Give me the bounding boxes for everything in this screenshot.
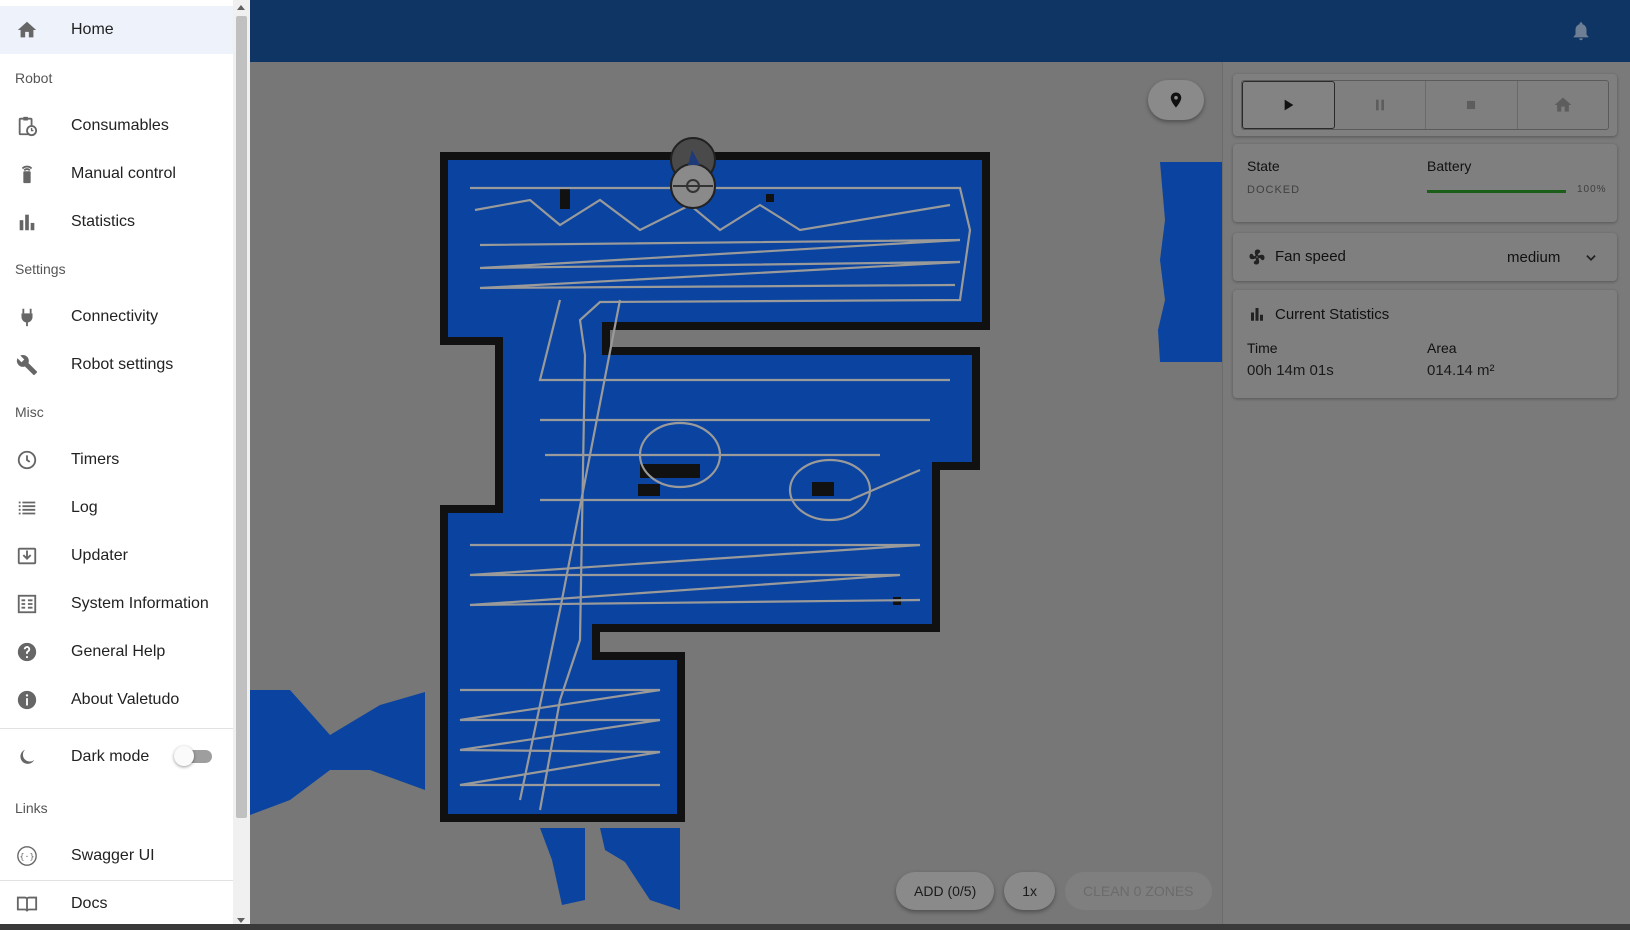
iterations-button[interactable]: 1x: [1004, 872, 1056, 910]
scrollbar-thumb[interactable]: [236, 16, 247, 818]
dark-mode-toggle-knob[interactable]: [174, 746, 194, 766]
state-value: DOCKED: [1247, 184, 1301, 196]
time-label: Time: [1247, 340, 1278, 356]
current-statistics-title: Current Statistics: [1275, 306, 1390, 323]
stop-icon: [1467, 100, 1476, 110]
stop-button[interactable]: [1426, 81, 1518, 129]
nav-item-timers[interactable]: Timers: [0, 436, 233, 484]
section-misc: Misc: [15, 404, 44, 420]
notification-bell-icon[interactable]: [1570, 20, 1592, 42]
nav-item-about-valetudo[interactable]: About Valetudo: [0, 676, 233, 724]
nav-item-updater[interactable]: Updater: [0, 532, 233, 580]
nav-label-swagger-ui: Swagger UI: [71, 847, 155, 864]
help-icon: [17, 642, 37, 662]
system-info-icon: [17, 594, 37, 614]
fan-speed-value[interactable]: medium: [1507, 249, 1560, 266]
nav-item-log[interactable]: Log: [0, 484, 233, 532]
nav-label-dark-mode: Dark mode: [71, 748, 150, 765]
location-pin-icon: [1170, 92, 1182, 108]
start-button[interactable]: [1242, 81, 1335, 129]
drawer-scrollbar[interactable]: [233, 0, 250, 930]
api-icon: {·}: [17, 846, 37, 866]
add-zone-button[interactable]: ADD (0/5): [896, 872, 995, 910]
nav-label-general-help: General Help: [71, 643, 166, 660]
robot-actions-card: [1233, 74, 1617, 136]
nav-label-statistics: Statistics: [71, 213, 136, 230]
nav-item-consumables[interactable]: Consumables: [0, 102, 233, 150]
divider: [0, 728, 233, 729]
clock-icon: [17, 450, 37, 470]
play-icon: [1284, 99, 1294, 111]
nav-item-docs[interactable]: Docs: [0, 880, 233, 928]
nav-label-connectivity: Connectivity: [71, 308, 159, 325]
battery-value: 100%: [1577, 184, 1607, 195]
pause-button[interactable]: [1335, 81, 1426, 129]
nav-label-timers: Timers: [71, 451, 120, 468]
bar-chart-icon: [19, 214, 35, 231]
scroll-up-arrow-icon[interactable]: [237, 5, 245, 10]
battery-label: Battery: [1427, 158, 1472, 174]
fan-icon: [1249, 249, 1265, 265]
nav-item-swagger-ui[interactable]: {·} Swagger UI: [0, 832, 233, 880]
fan-speed-card[interactable]: Fan speed medium: [1233, 233, 1617, 281]
remote-icon: [21, 165, 33, 184]
home-icon: [1554, 97, 1572, 112]
nav-item-home[interactable]: Home: [0, 6, 233, 54]
nav-label-consumables: Consumables: [71, 117, 169, 134]
robot-control-panel: State DOCKED Battery 100% Fan speed medi…: [1222, 62, 1630, 930]
time-value: 00h 14m 01s: [1247, 362, 1334, 379]
info-icon: [17, 690, 37, 710]
download-icon: [17, 547, 37, 565]
state-label: State: [1247, 158, 1280, 174]
list-icon: [18, 501, 36, 515]
home-icon: [17, 21, 37, 38]
nav-item-system-information[interactable]: System Information: [0, 580, 233, 628]
plug-icon: [21, 308, 33, 327]
nav-item-general-help[interactable]: General Help: [0, 628, 233, 676]
nav-item-robot-settings[interactable]: Robot settings: [0, 341, 233, 389]
taskbar-edge: [0, 924, 1630, 930]
nav-label-system-information: System Information: [71, 595, 209, 612]
area-label: Area: [1427, 340, 1457, 356]
clean-zones-button[interactable]: CLEAN 0 ZONES: [1065, 872, 1212, 910]
wrench-icon: [16, 355, 38, 376]
nav-label-home: Home: [71, 21, 114, 38]
navigation-drawer: Home Robot Consumables Manual control St…: [0, 0, 233, 930]
nav-item-statistics[interactable]: Statistics: [0, 198, 233, 246]
robot-marker: [670, 137, 716, 209]
nav-label-updater: Updater: [71, 547, 128, 564]
go-to-location-button[interactable]: [1148, 80, 1204, 120]
battery-bar-fill: [1427, 190, 1566, 193]
nav-label-about-valetudo: About Valetudo: [71, 691, 180, 708]
nav-label-robot-settings: Robot settings: [71, 356, 174, 373]
nav-label-manual-control: Manual control: [71, 165, 176, 182]
bar-chart-icon: [1251, 308, 1263, 321]
pause-icon: [1375, 99, 1384, 111]
fan-speed-label: Fan speed: [1275, 248, 1346, 265]
section-robot: Robot: [15, 70, 53, 86]
nav-label-log: Log: [71, 499, 98, 516]
nav-label-docs: Docs: [71, 895, 108, 912]
return-home-button[interactable]: [1518, 81, 1609, 129]
map-floor: [250, 160, 1222, 910]
zone-controls: ADD (0/5) 1x CLEAN 0 ZONES: [896, 872, 1212, 910]
battery-bar-track: [1427, 190, 1566, 193]
current-statistics-card: Current Statistics Time 00h 14m 01s Area…: [1233, 290, 1617, 398]
svg-text:{·}: {·}: [20, 851, 35, 861]
consumables-icon: [18, 116, 38, 137]
nav-item-manual-control[interactable]: Manual control: [0, 150, 233, 198]
section-links: Links: [15, 800, 48, 816]
chevron-down-icon[interactable]: [1584, 251, 1598, 265]
status-card: State DOCKED Battery 100%: [1233, 144, 1617, 222]
scroll-down-arrow-icon[interactable]: [237, 918, 245, 923]
section-settings: Settings: [15, 261, 66, 277]
nav-item-connectivity[interactable]: Connectivity: [0, 293, 233, 341]
moon-icon: [20, 749, 35, 764]
area-value: 014.14 m²: [1427, 362, 1495, 379]
book-icon: [16, 896, 38, 912]
